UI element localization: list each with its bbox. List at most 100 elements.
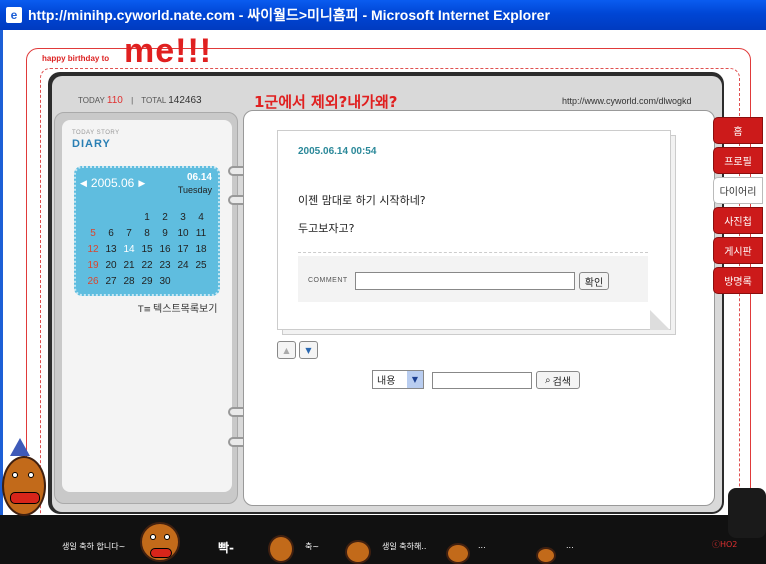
calendar-day[interactable]: 29 [138, 275, 156, 289]
calendar-day[interactable]: 5 [84, 227, 102, 241]
select-value: 내용 [377, 376, 396, 387]
text-list-link[interactable]: T≡ 텍스트목록보기 [138, 300, 217, 315]
character-figure [140, 522, 180, 562]
comment-label: COMMENT [308, 277, 348, 284]
calendar-day[interactable]: 20 [102, 259, 120, 273]
character-figure [2, 456, 46, 516]
calendar-day [84, 211, 102, 225]
previous-post-button[interactable]: ▲ [277, 341, 296, 359]
calendar-day[interactable]: 17 [174, 243, 192, 257]
calendar-day[interactable]: 8 [138, 227, 156, 241]
arrow-up-icon: ▲ [283, 345, 290, 355]
band-message: 축~ [305, 542, 320, 551]
calendar-day[interactable]: 19 [84, 259, 102, 273]
ie-icon: e [6, 7, 22, 23]
calendar-day[interactable]: 16 [156, 243, 174, 257]
calendar-day[interactable]: 9 [156, 227, 174, 241]
calendar-day[interactable]: 21 [120, 259, 138, 273]
calendar-weekday: Tuesday [177, 185, 212, 195]
search-scope-select[interactable]: 내용 ▼ [372, 370, 424, 389]
comment-input[interactable] [355, 272, 575, 290]
confirm-button[interactable]: 확인 [579, 272, 609, 290]
today-value: 110 [106, 95, 123, 106]
side-tabs: 홈프로필다이어리사진첩게시판방명록 [713, 117, 763, 297]
calendar-day[interactable]: 25 [192, 259, 210, 273]
today-label: TODAY [78, 96, 105, 105]
calendar-day[interactable]: 7 [120, 227, 138, 241]
band-message: 생일 축하 합니다~ [62, 542, 126, 551]
calendar-date: 06.14 [186, 172, 212, 183]
calendar-day[interactable]: 1 [138, 211, 156, 225]
birthday-big-text: me!!! [124, 32, 213, 70]
chevron-down-icon: ▼ [407, 371, 423, 388]
post-text-line: 두고보자고? [298, 222, 355, 235]
post-text-line: 이젠 맘대로 하기 시작하네? [298, 194, 426, 207]
band-message: ... [566, 541, 574, 550]
visit-counter: TODAY 110 | TOTAL 142463 [78, 95, 202, 106]
party-hat-icon [10, 438, 30, 456]
page-fold [650, 310, 670, 330]
calendar-day[interactable]: 13 [102, 243, 120, 257]
calendar-day[interactable]: 27 [102, 275, 120, 289]
tab-4[interactable]: 게시판 [713, 237, 763, 264]
calendar-day[interactable]: 14 [120, 243, 138, 257]
calendar-month: 2005.06 [90, 176, 135, 190]
counter-separator: | [131, 96, 134, 105]
search-input[interactable] [432, 372, 532, 389]
next-post-button[interactable]: ▼ [299, 341, 318, 359]
calendar-day [102, 211, 120, 225]
prev-month-icon[interactable]: ◀ [80, 178, 87, 189]
calendar-day[interactable]: 24 [174, 259, 192, 273]
window-titlebar: e http://minihp.cyworld.nate.com - 싸이월드>… [0, 0, 766, 30]
search-icon: ⌕ [544, 374, 551, 386]
band-logo: ⓒHO2 [712, 540, 738, 549]
tab-5[interactable]: 방명록 [713, 267, 763, 294]
window-title: http://minihp.cyworld.nate.com - 싸이월드>미니… [28, 7, 550, 23]
character-figure [446, 543, 470, 564]
calendar-day[interactable]: 4 [192, 211, 210, 225]
character-figure [268, 535, 294, 563]
tab-0[interactable]: 홈 [713, 117, 763, 144]
birthday-small-text: happy birthday to [42, 54, 110, 63]
post-date: 2005.06.14 00:54 [298, 146, 377, 157]
page-title: 1군에서 제외?내가왜? [254, 93, 398, 111]
calendar-day[interactable]: 30 [156, 275, 174, 289]
calendar-day[interactable]: 2 [156, 211, 174, 225]
character-figure [345, 540, 371, 564]
text-list-icon: T≡ [138, 305, 152, 315]
calendar-day[interactable]: 22 [138, 259, 156, 273]
character-band [0, 515, 766, 564]
calendar-day[interactable]: 26 [84, 275, 102, 289]
calendar-day[interactable]: 10 [174, 227, 192, 241]
band-message: ... [478, 541, 486, 550]
calendar-day [192, 275, 210, 289]
total-label: TOTAL [141, 96, 167, 105]
arrow-down-icon: ▼ [305, 345, 312, 355]
calendar-day[interactable]: 12 [84, 243, 102, 257]
search-button[interactable]: ⌕ 검색 [536, 371, 580, 389]
today-story-label: TODAY STORY [72, 130, 120, 136]
calendar-day[interactable]: 18 [192, 243, 210, 257]
calendar-grid: 1 2 3 4 5 6 7 8 9 10 11 12 13 14 15 16 17 18 19 20 21 22 23 24 2… [84, 211, 210, 289]
tab-3[interactable]: 사진첩 [713, 207, 763, 234]
calendar-day[interactable]: 15 [138, 243, 156, 257]
band-message: 생일 축하해.. [382, 542, 427, 551]
calendar-day[interactable]: 11 [192, 227, 210, 241]
calendar-header: ◀ 2005.06 ▶ [80, 176, 145, 190]
post-divider [298, 252, 648, 253]
tab-2[interactable]: 다이어리 [713, 177, 763, 204]
calendar-day[interactable]: 6 [102, 227, 120, 241]
calendar-day[interactable]: 28 [120, 275, 138, 289]
total-value: 142463 [168, 95, 202, 106]
character-figure [536, 547, 556, 564]
calendar-day[interactable]: 23 [156, 259, 174, 273]
calendar-day[interactable]: 3 [174, 211, 192, 225]
homepage-url[interactable]: http://www.cyworld.com/dlwogkd [562, 96, 692, 106]
band-message: 빡- [218, 541, 235, 555]
next-month-icon[interactable]: ▶ [138, 178, 145, 189]
text-list-label: 텍스트목록보기 [153, 304, 218, 315]
calendar-day [174, 275, 192, 289]
tab-1[interactable]: 프로필 [713, 147, 763, 174]
calendar-day [120, 211, 138, 225]
search-button-label: 검색 [552, 376, 571, 388]
